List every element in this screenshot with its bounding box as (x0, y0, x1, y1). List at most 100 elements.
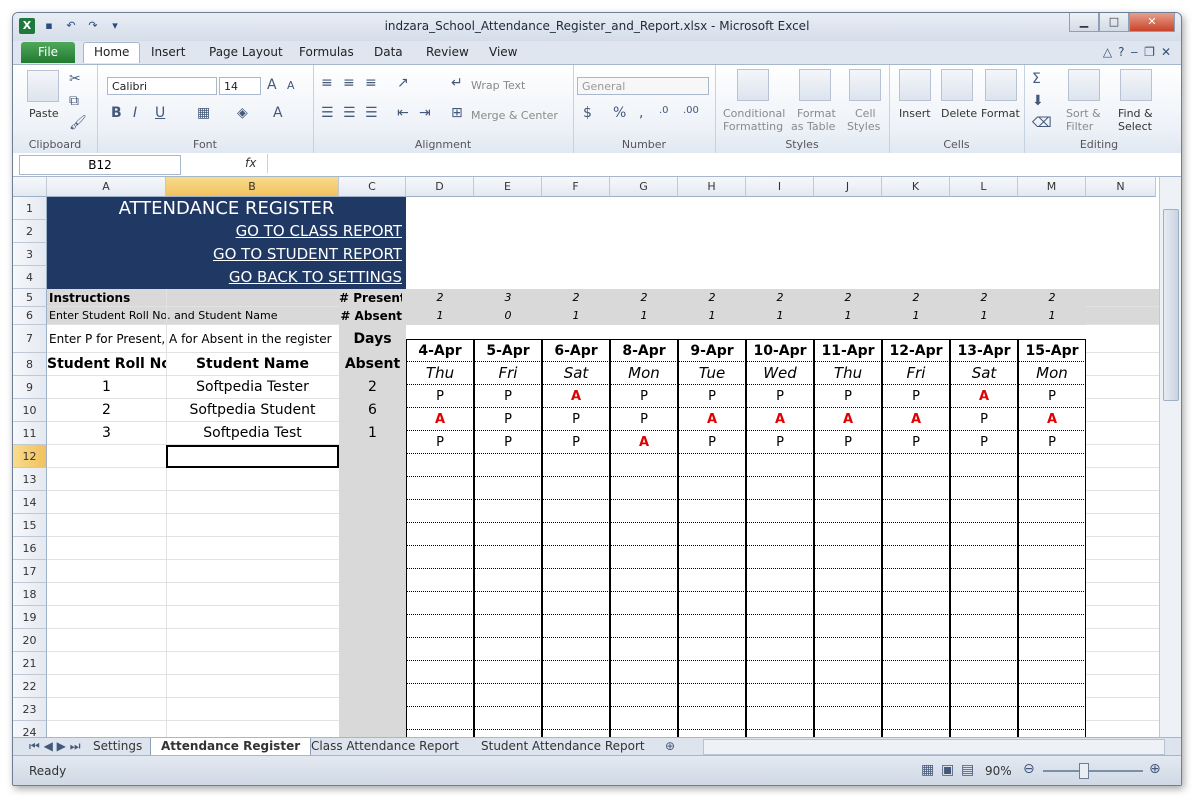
empty-register-cell[interactable] (882, 454, 950, 477)
empty-register-cell[interactable] (406, 523, 474, 546)
select-all-corner[interactable] (13, 177, 47, 197)
row-header-10[interactable]: 10 (13, 399, 47, 422)
empty-register-cell[interactable] (1018, 546, 1086, 569)
empty-register-cell[interactable] (882, 569, 950, 592)
column-header-a[interactable]: A (47, 177, 166, 197)
attendance-mark-cell[interactable]: A (950, 385, 1018, 408)
row-header-5[interactable]: 5 (13, 289, 47, 307)
paste-icon[interactable] (27, 70, 59, 102)
empty-register-cell[interactable] (746, 546, 814, 569)
attendance-mark-cell[interactable]: P (746, 385, 814, 408)
empty-register-cell[interactable] (882, 546, 950, 569)
date-header-cell[interactable]: 13-Apr (950, 339, 1018, 362)
empty-register-cell[interactable] (950, 477, 1018, 500)
increase-decimal-icon[interactable]: .0 (659, 105, 669, 116)
empty-register-cell[interactable] (406, 454, 474, 477)
empty-register-cell[interactable] (542, 523, 610, 546)
row-header-18[interactable]: 18 (13, 583, 47, 606)
sheet-tab-student-attendance-report[interactable]: Student Attendance Report (471, 738, 655, 755)
vertical-scroll-thumb[interactable] (1163, 209, 1179, 401)
roll-no-cell[interactable]: 2 (47, 399, 166, 422)
empty-register-cell[interactable] (678, 684, 746, 707)
empty-register-cell[interactable] (882, 684, 950, 707)
column-header-g[interactable]: G (610, 177, 678, 197)
merge-center-button[interactable]: Merge & Center (471, 109, 558, 122)
decrease-decimal-icon[interactable]: .00 (683, 105, 699, 116)
delete-cells-button[interactable]: Delete (941, 107, 977, 120)
attendance-mark-cell[interactable]: A (1018, 408, 1086, 431)
fx-icon[interactable]: fx (245, 156, 256, 170)
empty-register-cell[interactable] (746, 707, 814, 730)
attendance-mark-cell[interactable]: P (542, 408, 610, 431)
date-header-cell[interactable]: 9-Apr (678, 339, 746, 362)
selected-cell-b12[interactable] (166, 445, 339, 468)
empty-register-cell[interactable] (814, 523, 882, 546)
row-header-6[interactable]: 6 (13, 307, 47, 325)
empty-register-cell[interactable] (406, 707, 474, 730)
zoom-out-icon[interactable]: ⊖ (1023, 761, 1035, 777)
date-header-cell[interactable]: 11-Apr (814, 339, 882, 362)
conditional-formatting-button[interactable]: Conditional (723, 107, 785, 120)
tab-home[interactable]: Home (83, 42, 141, 63)
empty-register-cell[interactable] (474, 707, 542, 730)
empty-register-cell[interactable] (610, 477, 678, 500)
empty-register-cell[interactable] (950, 500, 1018, 523)
align-left-icon[interactable]: ☰ (321, 105, 334, 121)
align-right-icon[interactable]: ☰ (365, 105, 378, 121)
empty-register-cell[interactable] (678, 638, 746, 661)
empty-register-cell[interactable] (678, 661, 746, 684)
wrap-text-button[interactable]: Wrap Text (471, 79, 525, 92)
empty-register-cell[interactable] (882, 707, 950, 730)
attendance-mark-cell[interactable]: P (678, 385, 746, 408)
date-header-cell[interactable]: 15-Apr (1018, 339, 1086, 362)
sheet-tab-attendance-register[interactable]: Attendance Register (150, 738, 312, 756)
date-header-cell[interactable]: 10-Apr (746, 339, 814, 362)
row-header-4[interactable]: 4 (13, 266, 47, 289)
orientation-icon[interactable]: ↗ (397, 75, 409, 91)
empty-register-cell[interactable] (746, 661, 814, 684)
empty-register-cell[interactable] (678, 615, 746, 638)
column-header-i[interactable]: I (746, 177, 814, 197)
empty-register-cell[interactable] (542, 730, 610, 737)
attendance-mark-cell[interactable]: P (678, 431, 746, 454)
empty-register-cell[interactable] (882, 592, 950, 615)
date-header-cell[interactable]: 6-Apr (542, 339, 610, 362)
page-layout-view-icon[interactable]: ▣ (941, 762, 954, 778)
column-header-n[interactable]: N (1086, 177, 1156, 197)
empty-register-cell[interactable] (610, 569, 678, 592)
empty-register-cell[interactable] (950, 523, 1018, 546)
number-format-dropdown[interactable]: General (577, 77, 709, 95)
worksheet-grid[interactable]: A B C D E F G H I J K L M N 1 2 3 4 5 6 7 8 9 10 11 12 13 14 15 16 17 1… (13, 177, 1159, 737)
find-select-icon[interactable] (1120, 69, 1152, 101)
increase-indent-icon[interactable]: ⇥ (419, 105, 431, 121)
empty-register-cell[interactable] (542, 684, 610, 707)
empty-register-cell[interactable] (746, 615, 814, 638)
empty-register-cell[interactable] (406, 730, 474, 737)
empty-register-cell[interactable] (610, 707, 678, 730)
attendance-mark-cell[interactable]: A (610, 431, 678, 454)
font-size-dropdown[interactable]: 14 (219, 77, 261, 95)
increase-font-icon[interactable]: A (267, 77, 277, 93)
row-header-15[interactable]: 15 (13, 514, 47, 537)
empty-register-cell[interactable] (678, 500, 746, 523)
empty-register-cell[interactable] (678, 546, 746, 569)
delete-cells-icon[interactable] (941, 69, 973, 101)
student-name-cell[interactable]: Softpedia Tester (166, 376, 339, 399)
autosum-icon[interactable]: Σ (1032, 71, 1041, 87)
empty-register-cell[interactable] (610, 638, 678, 661)
find-select-button[interactable]: Find & (1118, 107, 1153, 120)
empty-register-cell[interactable] (406, 569, 474, 592)
attendance-mark-cell[interactable]: P (950, 431, 1018, 454)
paste-button[interactable]: Paste (29, 107, 59, 120)
empty-register-cell[interactable] (542, 661, 610, 684)
empty-register-cell[interactable] (814, 592, 882, 615)
row-header-23[interactable]: 23 (13, 698, 47, 721)
empty-register-cell[interactable] (1018, 684, 1086, 707)
row-header-24[interactable]: 24 (13, 721, 47, 737)
font-color-icon[interactable]: A (273, 105, 283, 121)
empty-register-cell[interactable] (610, 500, 678, 523)
date-header-cell[interactable]: 8-Apr (610, 339, 678, 362)
empty-register-cell[interactable] (746, 477, 814, 500)
percent-icon[interactable]: % (613, 105, 626, 121)
minimize-ribbon-icon[interactable]: △ (1103, 45, 1112, 59)
